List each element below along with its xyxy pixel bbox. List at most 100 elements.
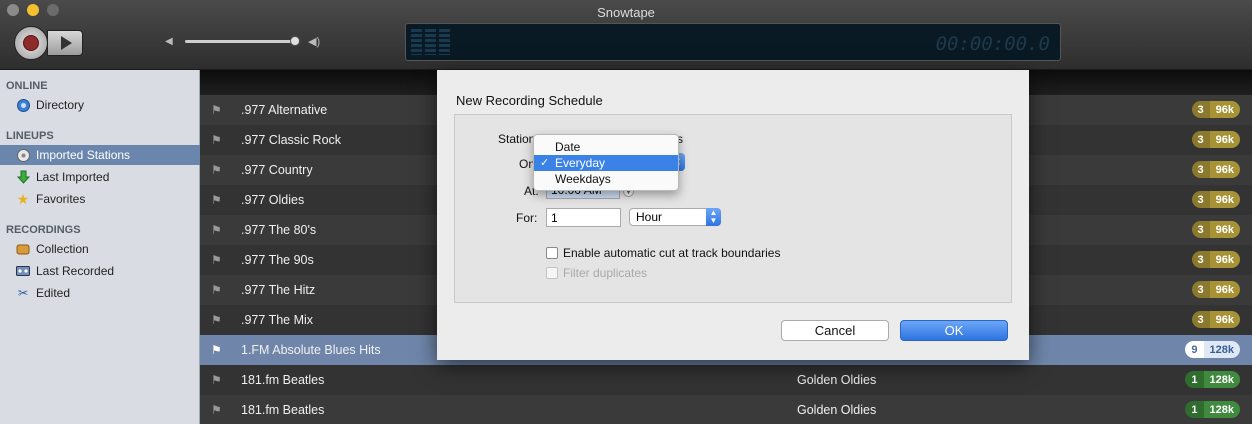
lcd-display: 00:00:00.0 [405,23,1061,61]
box-icon [16,242,30,256]
table-row[interactable]: ⚑ 181.fm Beatles Golden Oldies 1 128k [200,395,1252,424]
station-name: 181.fm Beatles [241,403,325,417]
stream-count: 3 [1191,191,1210,208]
volume-slider-knob[interactable] [290,36,300,46]
flag-icon[interactable]: ⚑ [211,103,222,117]
menu-item-everyday[interactable]: ✓ Everyday [534,155,678,171]
bitrate: 128k [1203,401,1240,418]
station-name: .977 Classic Rock [241,133,342,147]
volume-slider[interactable] [185,40,297,43]
stream-count: 3 [1191,221,1210,238]
tape-icon [16,264,30,278]
station-name: 181.fm Beatles [241,373,325,387]
play-button[interactable] [47,30,83,56]
stream-count: 3 [1191,131,1210,148]
sidebar-item-label: Favorites [36,192,86,206]
filter-duplicates-label: Filter duplicates [563,266,648,280]
filter-duplicates-checkbox[interactable] [546,267,558,279]
station-name: .977 The 90s [241,253,314,267]
flag-icon[interactable]: ⚑ [211,343,222,357]
duration-unit-value: Hour [636,210,663,224]
bitrate: 96k [1209,191,1240,208]
duration-field[interactable]: 1 [546,208,621,227]
popup-arrows-icon: ▲▼ [706,208,721,226]
stream-count: 1 [1185,371,1204,388]
duration-unit-popup[interactable]: Hour ▲ ▼ [629,208,721,226]
scissors-icon: ✂ [17,286,29,300]
menu-item-label: Weekdays [555,172,611,186]
autocut-label: Enable automatic cut at track boundaries [563,246,781,260]
stream-badge: 1 128k [1185,371,1240,388]
stream-badge: 3 96k [1191,191,1240,208]
sidebar-item-favorites[interactable]: ★ Favorites [0,189,200,209]
stream-count: 3 [1191,251,1210,268]
menu-item-label: Date [555,140,581,154]
table-row[interactable]: ⚑ 181.fm Beatles Golden Oldies 1 128k [200,365,1252,395]
station-name: .977 The 80's [241,223,317,237]
station-name: .977 Alternative [241,103,328,117]
sidebar-section-recordings: RECORDINGS [6,224,81,236]
toolbar: Snowtape ◀ ◀) 00:00:00.0 [0,0,1252,70]
autocut-checkbox[interactable] [546,247,558,259]
cancel-button[interactable]: Cancel [781,320,889,341]
for-label: For: [516,211,538,225]
sidebar-item-label: Last Imported [36,170,110,184]
bitrate: 96k [1209,281,1240,298]
bitrate: 128k [1203,371,1240,388]
stream-badge: 3 96k [1191,221,1240,238]
level-meter [411,29,450,55]
station-label: Station [498,132,536,146]
sidebar-item-edited[interactable]: ✂ Edited [0,283,200,303]
record-button[interactable] [14,26,48,60]
stream-count: 1 [1185,401,1204,418]
sidebar-item-collection[interactable]: Collection [0,239,200,259]
stream-badge: 3 96k [1191,251,1240,268]
sidebar-section-lineups: LINEUPS [6,130,54,142]
flag-icon[interactable]: ⚑ [211,223,222,237]
stream-count: 3 [1191,311,1210,328]
sidebar-item-last-recorded[interactable]: Last Recorded [0,261,200,281]
bitrate: 96k [1209,311,1240,328]
station-genre: Golden Oldies [797,403,877,417]
sidebar-item-label: Edited [36,286,71,300]
menu-item-label: Everyday [555,156,606,170]
stream-badge: 3 96k [1191,101,1240,118]
stream-badge: 3 96k [1191,311,1240,328]
flag-icon[interactable]: ⚑ [211,313,222,327]
menu-item-weekdays[interactable]: Weekdays [534,171,678,187]
station-name: .977 The Mix [241,313,314,327]
stream-badge: 3 96k [1191,131,1240,148]
volume-high-icon: ◀) [308,36,321,48]
import-icon [16,148,30,162]
play-icon [61,36,72,50]
sidebar-item-imported-stations[interactable]: Imported Stations [0,145,200,165]
globe-icon [16,98,30,112]
flag-icon[interactable]: ⚑ [211,163,222,177]
stream-count: 3 [1191,101,1210,118]
new-recording-schedule-dialog: New Recording Schedule Station s On ▲▼ A… [437,70,1029,360]
stream-count: 9 [1185,341,1204,358]
sidebar-item-label: Last Recorded [36,264,115,278]
sidebar-item-last-imported[interactable]: Last Imported [0,167,200,187]
star-icon: ★ [16,190,30,207]
sidebar-item-label: Collection [36,242,89,256]
flag-icon[interactable]: ⚑ [211,283,222,297]
ok-button[interactable]: OK [900,320,1008,341]
time-readout: 00:00:00.0 [935,33,1050,55]
sidebar-item-label: Imported Stations [36,148,131,162]
sidebar-section-online: ONLINE [6,80,48,92]
flag-icon[interactable]: ⚑ [211,403,222,417]
flag-icon[interactable]: ⚑ [211,253,222,267]
menu-item-date[interactable]: Date [534,139,678,155]
window-title: Snowtape [597,5,655,20]
sidebar-item-directory[interactable]: Directory [0,95,200,115]
bitrate: 128k [1203,341,1240,358]
station-name: 1.FM Absolute Blues Hits [241,343,381,357]
station-name: .977 Country [241,163,313,177]
volume-low-icon: ◀ [165,36,173,47]
flag-icon[interactable]: ⚑ [211,373,222,387]
station-name: .977 Oldies [241,193,305,207]
flag-icon[interactable]: ⚑ [211,193,222,207]
flag-icon[interactable]: ⚑ [211,133,222,147]
stream-badge: 3 96k [1191,281,1240,298]
